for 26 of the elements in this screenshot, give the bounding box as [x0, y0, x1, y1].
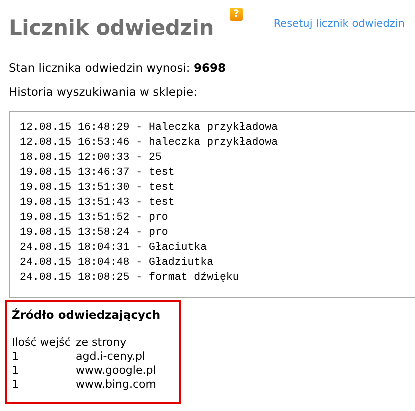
- reset-link[interactable]: Resetuj licznik odwiedzin: [274, 18, 415, 30]
- table-cell-text: agd.i-ceny.pl: [76, 350, 146, 364]
- history-entry: 19.08.15 13:51:30 - test: [20, 181, 176, 196]
- history-entry: 12.08.15 16:48:29 - Haleczka przykładowa: [20, 121, 280, 136]
- history-box[interactable]: [9, 111, 415, 298]
- history-entry: 24.08.15 18:04:31 - Głaciutka: [20, 241, 208, 256]
- history-entry: 12.08.15 16:53:46 - haleczka przykładowa: [20, 136, 280, 151]
- counter-text: Stan licznika odwiedzin wynosi: 9698: [9, 61, 227, 75]
- page-title: Licznik odwiedzin: [9, 16, 214, 40]
- history-label: Historia wyszukiwania w sklepie:: [9, 85, 198, 99]
- history-entry: 19.08.15 13:46:37 - test: [20, 166, 176, 181]
- history-entry: 18.08.15 12:00:33 - 25: [20, 151, 163, 166]
- history-entry: 19.08.15 13:51:52 - pro: [20, 211, 170, 226]
- history-entry: 24.08.15 18:08:25 - format dźwięku: [20, 271, 240, 286]
- column-header: ze strony: [76, 336, 128, 350]
- table-cell: www.google.pl: [76, 364, 156, 378]
- history-entry: 24.08.15 18:04:48 - Gładziutka: [20, 256, 215, 271]
- table-cell-text: 1: [12, 350, 20, 364]
- help-icon[interactable]: ?: [230, 8, 243, 21]
- column-header: Ilość wejść: [12, 336, 76, 350]
- table-cell-text: 1: [12, 364, 20, 378]
- history-entry: 19.08.15 13:58:24 - pro: [20, 226, 170, 241]
- table-cell: www.bing.com: [76, 378, 156, 392]
- history-entry: 19.08.15 13:51:43 - test: [20, 196, 176, 211]
- sources-title: Źródło odwiedzających: [12, 308, 162, 322]
- table-cell-text: 1: [12, 378, 20, 392]
